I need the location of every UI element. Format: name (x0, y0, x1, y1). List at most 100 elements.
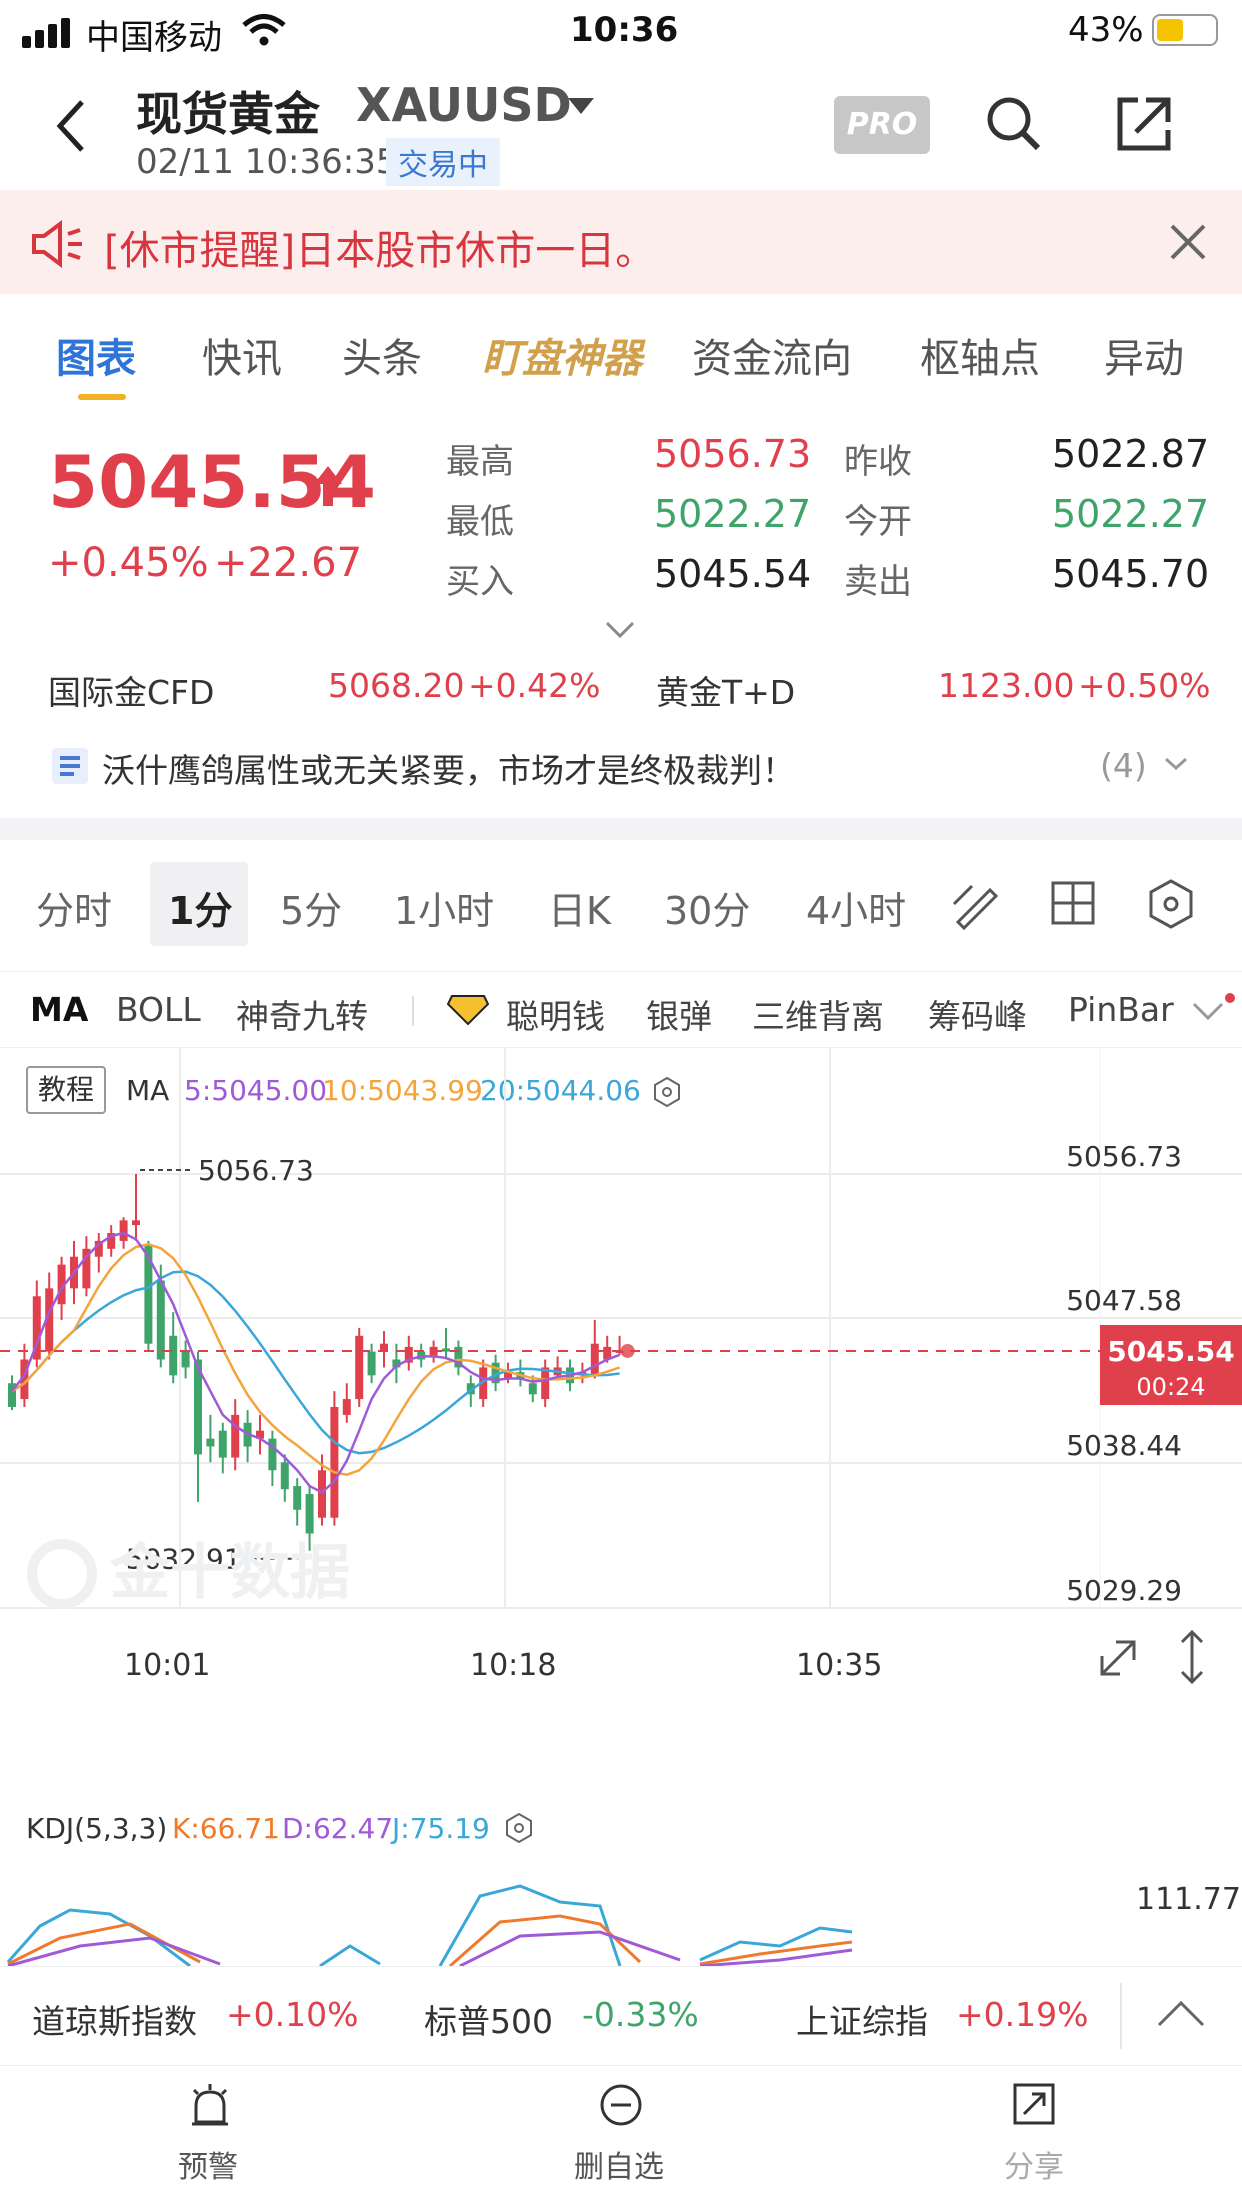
chevron-down-icon[interactable] (1164, 756, 1188, 772)
watermark: 金十数据 (110, 1538, 350, 1608)
candle-body (528, 1383, 537, 1395)
ma5-line (11, 1231, 621, 1494)
period-1hour[interactable]: 1小时 (394, 880, 494, 935)
quote-datetime: 02/11 10:36:35 (136, 142, 398, 182)
candle-body (119, 1220, 128, 1241)
tab-headlines[interactable]: 头条 (342, 326, 422, 384)
kdj-settings-icon[interactable] (504, 1812, 534, 1844)
cfd-price: 5068.20 (328, 666, 465, 705)
kdj-label: KDJ(5,3,3) (26, 1812, 168, 1845)
content-tabs: 图表 快讯 头条 盯盘神器 资金流向 枢轴点 异动 (0, 300, 1242, 410)
share-label: 分享 (1004, 2150, 1064, 2185)
remove-watchlist-label: 删自选 (574, 2150, 664, 2185)
y-axis-label: 5047.58 (1066, 1284, 1182, 1317)
candle-body (206, 1438, 215, 1447)
low-label: 最低 (446, 502, 514, 542)
period-4hour[interactable]: 4小时 (806, 880, 906, 935)
price-tag-countdown: 00:24 (1136, 1373, 1205, 1401)
news-ticker[interactable]: 沃什鹰鸽属性或无关紧要，市场才是终极裁判！ (4) (0, 730, 1242, 810)
candle-body (305, 1493, 314, 1534)
tab-flash[interactable]: 快讯 (202, 326, 282, 384)
pro-button[interactable]: PRO (834, 96, 930, 154)
remove-watchlist-button[interactable]: 删自选 (560, 2082, 680, 2192)
x-label-1001: 10:01 (124, 1648, 211, 1683)
candle-body (355, 1335, 364, 1400)
y-axis-label: 5038.44 (1066, 1429, 1182, 1462)
chevron-up-icon[interactable] (1156, 1999, 1206, 2029)
last-price-dot (620, 1343, 635, 1358)
tab-monitor[interactable]: 盯盘神器 (482, 326, 642, 384)
tab-fund-flow[interactable]: 资金流向 (692, 326, 852, 384)
price-plot: 5056.73 5047.58 5038.44 5029.29 5045.54 00:24… (0, 1048, 1242, 1609)
market-notice-banner[interactable]: [休市提醒]日本股市休市一日。 (0, 190, 1242, 294)
kdj-y-label: 111.77 (1136, 1882, 1241, 1917)
minus-circle-icon (600, 2084, 642, 2126)
tab-indicator (78, 394, 126, 400)
carrier-label: 中国移动 (86, 18, 222, 58)
tab-chart[interactable]: 图表 (56, 326, 136, 384)
grid-layout-icon[interactable] (1050, 880, 1096, 926)
indicator-td9[interactable]: 神奇九转 (236, 990, 368, 1038)
period-30min[interactable]: 30分 (664, 880, 750, 935)
indicator-silver-bullet[interactable]: 银弹 (646, 990, 712, 1038)
kdj-j: J:75.19 (392, 1812, 490, 1845)
diamond-icon (446, 995, 490, 1026)
clock: 10:36 (570, 10, 679, 50)
candle-body (231, 1414, 240, 1458)
instrument-symbol[interactable]: XAUUSD (356, 78, 572, 132)
period-5min[interactable]: 5分 (280, 880, 342, 935)
indicator-pinbar[interactable]: PinBar (1068, 990, 1174, 1029)
expand-icon[interactable] (604, 620, 636, 640)
candlestick-chart[interactable]: 教程 MA 5:5045.00 10:5043.99 20:5044.06 50… (0, 1048, 1242, 1718)
fullscreen-icon[interactable] (1094, 1634, 1142, 1682)
bid-label: 买入 (446, 562, 514, 602)
y-axis-label: 5056.73 (1066, 1140, 1182, 1173)
candle-body (330, 1406, 339, 1518)
ask-label: 卖出 (844, 562, 912, 602)
period-1min[interactable]: 1分 (168, 880, 232, 935)
indicator-divergence[interactable]: 三维背离 (752, 990, 884, 1038)
tab-pivot[interactable]: 枢轴点 (920, 326, 1040, 384)
period-daily[interactable]: 日K (548, 880, 611, 935)
draw-tool-icon[interactable] (950, 878, 1004, 932)
close-icon[interactable] (1168, 222, 1208, 262)
back-icon[interactable] (52, 98, 92, 154)
share-icon[interactable] (1114, 94, 1174, 154)
pro-label: PRO (846, 107, 918, 142)
news-count: (4) (1100, 746, 1147, 785)
index-ticker[interactable]: 道琼斯指数 +0.10% 标普500 -0.33% 上证综指 +0.19% (0, 1966, 1242, 2066)
speaker-icon (32, 220, 82, 268)
app-header: 现货黄金 XAUUSD 02/11 10:36:35 交易中 PRO (0, 62, 1242, 190)
dropdown-icon[interactable] (566, 96, 596, 118)
prev-close-value: 5022.87 (1052, 432, 1210, 476)
alert-label: 预警 (178, 2150, 238, 2185)
high-label: 最高 (446, 442, 514, 482)
ma20-line (11, 1270, 620, 1455)
sp500-change: -0.33% (582, 1995, 699, 2034)
vertical-scale-icon[interactable] (1174, 1628, 1210, 1686)
change-percent: +0.45% (48, 540, 209, 586)
more-indicators-icon[interactable] (1190, 992, 1238, 1028)
cfd-name[interactable]: 国际金CFD (48, 666, 214, 714)
indicator-chip-peak[interactable]: 筹码峰 (928, 990, 1027, 1038)
tab-movement[interactable]: 异动 (1104, 326, 1184, 384)
trading-status-badge: 交易中 (386, 138, 500, 186)
watermark-logo (27, 1539, 97, 1609)
candle-body (181, 1351, 190, 1368)
search-icon[interactable] (984, 94, 1044, 154)
period-timeshare[interactable]: 分时 (36, 880, 112, 935)
candle-body (156, 1280, 165, 1360)
prev-close-label: 昨收 (844, 442, 912, 482)
alert-button[interactable]: 预警 (150, 2082, 270, 2192)
candle-body (590, 1343, 599, 1376)
td-name[interactable]: 黄金T+D (656, 666, 795, 714)
kdj-plot (6, 1884, 853, 1966)
indicator-boll[interactable]: BOLL (116, 990, 201, 1029)
share-button[interactable]: 分享 (974, 2082, 1094, 2192)
high-value: 5056.73 (654, 432, 812, 476)
ma10-line (11, 1243, 621, 1477)
settings-icon[interactable] (1146, 878, 1196, 930)
indicator-smart-money[interactable]: 聪明钱 (506, 990, 605, 1038)
kdj-d: D:62.47 (282, 1812, 394, 1845)
indicator-ma[interactable]: MA (30, 990, 88, 1029)
